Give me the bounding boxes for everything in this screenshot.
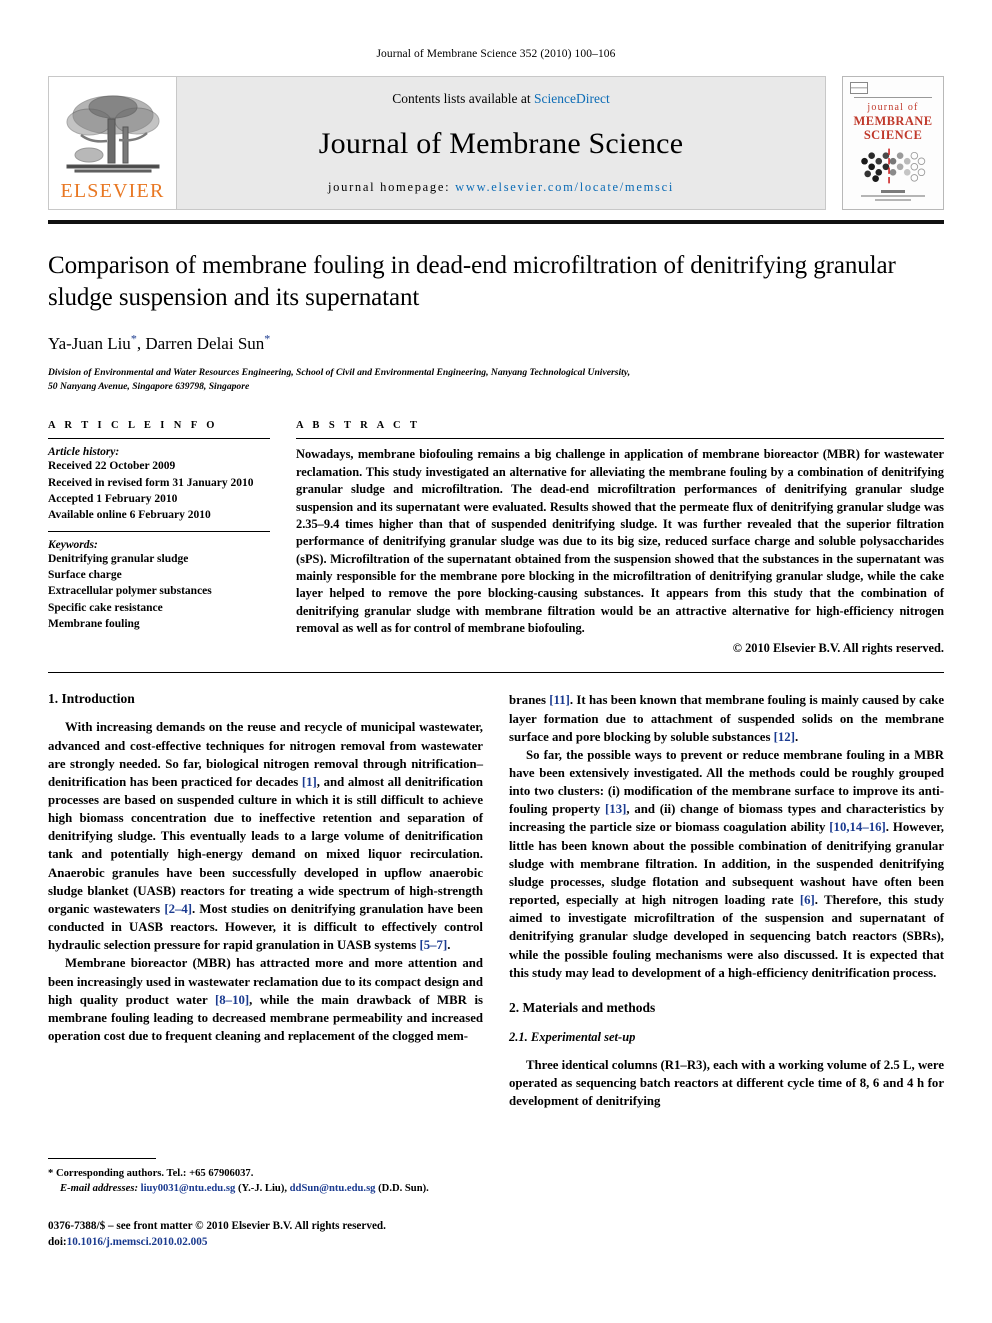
history-item: Available online 6 February 2010 <box>48 509 211 522</box>
affiliation: Division of Environmental and Water Reso… <box>48 366 944 395</box>
body-column-left: 1. Introduction With increasing demands … <box>48 691 483 1110</box>
doi-prefix: doi: <box>48 1236 67 1249</box>
journal-cover-thumbnail: journal of MEMBRANE SCIENCE <box>842 76 944 210</box>
cover-molecule-artwork <box>861 148 926 184</box>
body-columns: 1. Introduction With increasing demands … <box>48 691 944 1110</box>
keyword-item: Extracellular polymer substances <box>48 585 212 598</box>
intro-paragraph-2: Membrane bioreactor (MBR) has attracted … <box>48 956 483 1044</box>
body-column-right: branes [11]. It has been known that memb… <box>509 691 944 1110</box>
cover-line-3: SCIENCE <box>863 127 923 142</box>
issn-line: 0376-7388/$ – see front matter © 2010 El… <box>48 1220 386 1232</box>
email-owner-2: (D.D. Sun). <box>378 1183 429 1195</box>
materials-paragraph-1: Three identical columns (R1–R3), each wi… <box>509 1057 944 1109</box>
cover-divider <box>854 97 932 99</box>
masthead-bottom-rule <box>48 220 944 224</box>
abstract-column: A B S T R A C T Nowadays, membrane biofo… <box>296 420 944 656</box>
contents-available-line: Contents lists available at ScienceDirec… <box>392 91 609 107</box>
history-item: Accepted 1 February 2010 <box>48 493 178 506</box>
article-info-column: A R T I C L E I N F O Article history: R… <box>48 420 296 656</box>
abstract-text: Nowadays, membrane biofouling remains a … <box>296 447 944 636</box>
corresponding-author-note: * Corresponding authors. Tel.: +65 67906… <box>48 1168 254 1179</box>
email-link-1[interactable]: liuy0031@ntu.edu.sg <box>141 1183 236 1194</box>
article-info-heading: A R T I C L E I N F O <box>48 420 218 432</box>
email-note: E-mail addresses: liuy0031@ntu.edu.sg (Y… <box>48 1181 483 1196</box>
cover-footer-line-3 <box>875 199 911 202</box>
journal-title: Journal of Membrane Science <box>318 126 684 160</box>
journal-masthead: ELSEVIER Contents lists available at Sci… <box>48 76 944 210</box>
cover-footer-line-1 <box>880 190 906 194</box>
intro-paragraph-3: So far, the possible ways to prevent or … <box>509 747 944 980</box>
keyword-item: Specific cake resistance <box>48 601 163 614</box>
footnote-block: * Corresponding authors. Tel.: +65 67906… <box>48 1158 483 1197</box>
email-label: E-mail addresses: <box>60 1183 138 1195</box>
intro-paragraph-2-continued: branes [11]. It has been known that memb… <box>509 693 945 744</box>
keyword-item: Membrane fouling <box>48 618 140 631</box>
elsevier-wordmark: ELSEVIER <box>60 180 165 202</box>
article-info-rule-mid <box>48 530 270 532</box>
author-list: Ya-Juan Liu*, Darren Delai Sun* <box>48 331 944 354</box>
homepage-prefix-text: journal homepage: <box>328 180 456 194</box>
page-title: Comparison of membrane fouling in dead-e… <box>48 252 896 311</box>
intro-paragraph-1: With increasing demands on the reuse and… <box>48 720 483 953</box>
section-heading-materials: 2. Materials and methods <box>509 999 656 1015</box>
doi-line: doi:10.1016/j.memsci.2010.02.005 <box>48 1234 508 1250</box>
paper-page: Journal of Membrane Science 352 (2010) 1… <box>0 0 992 1323</box>
contents-prefix-text: Contents lists available at <box>392 91 534 106</box>
abstract-heading: A B S T R A C T <box>296 420 421 432</box>
cover-footer-lines <box>860 190 926 204</box>
email-owner-1: (Y.-J. Liu), <box>237 1183 287 1195</box>
email-link-2[interactable]: ddSun@ntu.edu.sg <box>290 1183 376 1194</box>
subsection-heading-experimental-setup: 2.1. Experimental set-up <box>509 1029 636 1044</box>
affiliation-line-1: Division of Environmental and Water Reso… <box>48 366 631 378</box>
keywords-label: Keywords: <box>48 538 98 551</box>
history-item: Received in revised form 31 January 2010 <box>48 476 254 489</box>
doi-link[interactable]: 10.1016/j.memsci.2010.02.005 <box>67 1236 208 1248</box>
title-block: Comparison of membrane fouling in dead-e… <box>48 250 944 394</box>
keyword-item: Surface charge <box>48 569 122 582</box>
journal-homepage-line: journal homepage: www.elsevier.com/locat… <box>328 180 674 195</box>
cover-elsevier-mark-icon <box>850 82 868 95</box>
elsevier-logo: ELSEVIER <box>48 76 176 210</box>
keywords-block: Keywords: Denitrifying granular sludge S… <box>48 539 270 633</box>
info-abstract-row: A R T I C L E I N F O Article history: R… <box>48 420 944 656</box>
cover-line-2: MEMBRANE <box>853 113 933 128</box>
cover-line-1: journal of <box>867 102 919 114</box>
author-names: Ya-Juan Liu*, Darren Delai Sun* <box>48 331 271 353</box>
keyword-item: Denitrifying granular sludge <box>48 552 189 565</box>
sciencedirect-link[interactable]: ScienceDirect <box>534 91 610 106</box>
article-history-list: Received 22 October 2009 Received in rev… <box>48 458 270 523</box>
section-heading-introduction: 1. Introduction <box>48 691 135 707</box>
affiliation-line-2: 50 Nanyang Avenue, Singapore 639798, Sin… <box>48 381 250 393</box>
history-item: Received 22 October 2009 <box>48 460 176 473</box>
abstract-rule <box>296 438 944 440</box>
abstract-bottom-rule <box>48 672 944 674</box>
journal-homepage-link[interactable]: www.elsevier.com/locate/memsci <box>455 180 674 194</box>
cover-footer-line-2 <box>860 195 926 198</box>
issn-doi-block: 0376-7388/$ – see front matter © 2010 El… <box>48 1218 508 1250</box>
footnote-rule <box>48 1158 156 1159</box>
running-head: Journal of Membrane Science 352 (2010) 1… <box>376 48 616 60</box>
article-history-label: Article history: <box>48 446 120 459</box>
elsevier-tree-icon <box>66 95 159 173</box>
masthead-center-panel: Contents lists available at ScienceDirec… <box>176 76 826 210</box>
abstract-copyright: © 2010 Elsevier B.V. All rights reserved… <box>732 641 944 656</box>
keywords-list: Denitrifying granular sludge Surface cha… <box>48 551 270 633</box>
article-info-rule-top <box>48 438 270 440</box>
